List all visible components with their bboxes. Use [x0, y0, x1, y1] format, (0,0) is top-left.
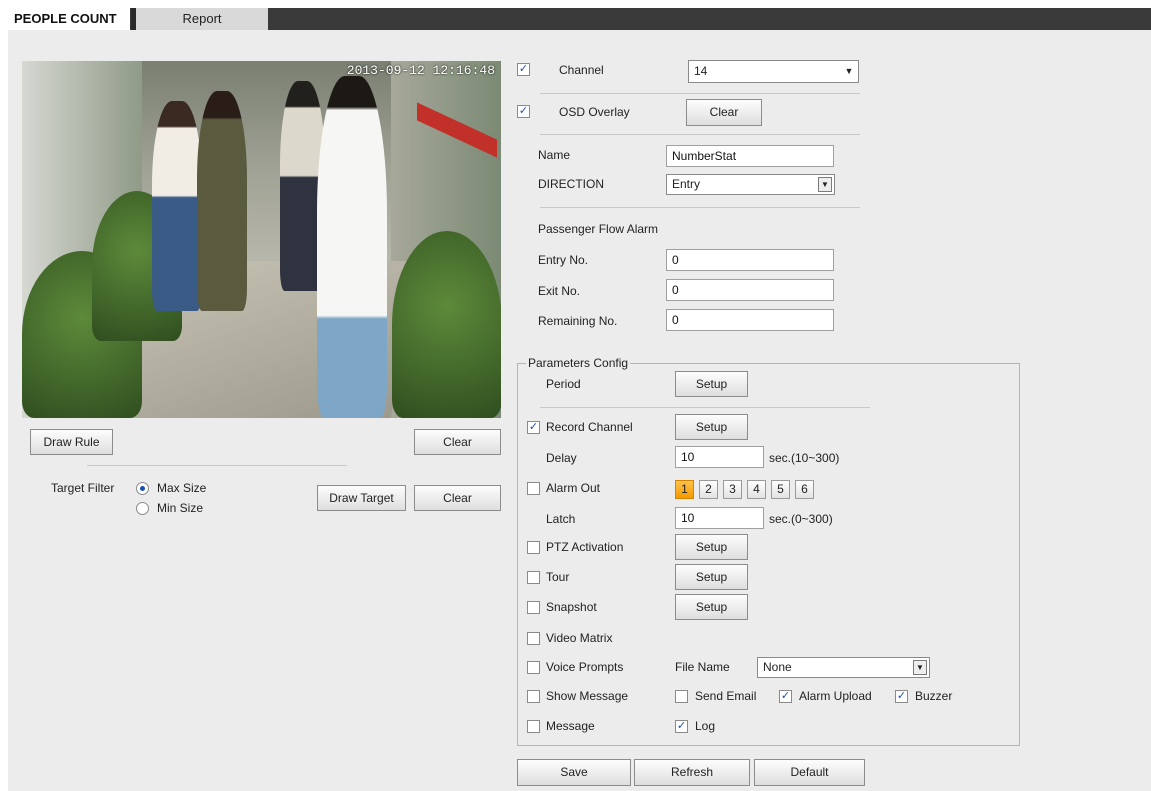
buzzer-label: Buzzer [915, 689, 953, 703]
ptz-activation-label: PTZ Activation [546, 540, 624, 554]
video-timestamp: 2013-09-12 12:16:48 [346, 63, 495, 78]
video-preview[interactable]: 2013-09-12 12:16:48 [22, 61, 501, 418]
file-name-label: File Name [675, 660, 730, 674]
video-person [317, 76, 387, 418]
osd-overlay-label: OSD Overlay [559, 105, 630, 119]
tab-report[interactable]: Report [136, 8, 268, 30]
log-checkbox[interactable]: ✓ [675, 720, 688, 733]
video-plant [392, 231, 501, 418]
passenger-flow-alarm-label: Passenger Flow Alarm [538, 222, 659, 236]
alarm-out-channel-5[interactable]: 5 [771, 480, 790, 499]
delay-label: Delay [546, 451, 577, 465]
min-size-label: Min Size [157, 501, 204, 515]
video-person [152, 101, 202, 311]
show-message-checkbox[interactable] [527, 690, 540, 703]
channel-label: Channel [559, 63, 604, 77]
alarm-upload-checkbox[interactable]: ✓ [779, 690, 792, 703]
snapshot-label: Snapshot [546, 600, 597, 614]
latch-input[interactable]: 10 [675, 507, 764, 529]
record-channel-setup-button[interactable]: Setup [675, 414, 748, 440]
channel-checkbox[interactable]: ✓ [517, 63, 530, 76]
parameters-config-legend: Parameters Config [526, 356, 631, 370]
direction-select[interactable]: Entry ▼ [666, 174, 835, 195]
latch-label: Latch [546, 512, 576, 526]
alarm-out-channel-2[interactable]: 2 [699, 480, 718, 499]
divider [540, 134, 860, 135]
exit-no-label: Exit No. [538, 284, 581, 298]
alarm-out-channel-1[interactable]: 1 [675, 480, 694, 499]
message-checkbox[interactable] [527, 720, 540, 733]
name-label: Name [538, 148, 571, 162]
alarm-upload-label: Alarm Upload [799, 689, 872, 703]
divider [540, 93, 860, 94]
entry-no-label: Entry No. [538, 253, 589, 267]
alarm-out-checkbox[interactable] [527, 482, 540, 495]
message-label: Message [546, 719, 595, 733]
divider [540, 407, 870, 408]
delay-unit: sec.(10~300) [769, 451, 840, 465]
video-person [197, 91, 247, 311]
alarm-out-label: Alarm Out [546, 481, 601, 495]
snapshot-checkbox[interactable] [527, 601, 540, 614]
log-label: Log [695, 719, 716, 733]
snapshot-setup-button[interactable]: Setup [675, 594, 748, 620]
record-channel-label: Record Channel [546, 420, 633, 434]
period-setup-button[interactable]: Setup [675, 371, 748, 397]
clear-rule-button[interactable]: Clear [414, 429, 501, 455]
max-size-label: Max Size [157, 481, 207, 495]
direction-value: Entry [672, 177, 701, 191]
send-email-label: Send Email [695, 689, 757, 703]
buzzer-checkbox[interactable]: ✓ [895, 690, 908, 703]
ptz-activation-checkbox[interactable] [527, 541, 540, 554]
alarm-out-channel-6[interactable]: 6 [795, 480, 814, 499]
video-matrix-checkbox[interactable] [527, 632, 540, 645]
tour-label: Tour [546, 570, 570, 584]
alarm-out-channel-3[interactable]: 3 [723, 480, 742, 499]
period-label: Period [546, 377, 581, 391]
record-channel-checkbox[interactable]: ✓ [527, 421, 540, 434]
file-name-value: None [763, 660, 792, 674]
target-filter-label: Target Filter [51, 481, 115, 495]
voice-prompts-label: Voice Prompts [546, 660, 624, 674]
default-button[interactable]: Default [754, 759, 865, 786]
divider [87, 465, 347, 466]
osd-clear-button[interactable]: Clear [686, 99, 762, 126]
chevron-down-icon: ▼ [818, 177, 832, 192]
osd-overlay-checkbox[interactable]: ✓ [517, 105, 530, 118]
channel-value: 14 [694, 64, 708, 78]
ptz-setup-button[interactable]: Setup [675, 534, 748, 560]
remaining-no-input[interactable]: 0 [666, 309, 834, 331]
divider [540, 207, 860, 208]
exit-no-input[interactable]: 0 [666, 279, 834, 301]
tab-people-count[interactable]: PEOPLE COUNT [8, 8, 130, 30]
remaining-no-label: Remaining No. [538, 314, 618, 328]
file-name-select[interactable]: None ▼ [757, 657, 930, 678]
save-button[interactable]: Save [517, 759, 631, 786]
chevron-down-icon: ▼ [913, 660, 927, 675]
draw-rule-button[interactable]: Draw Rule [30, 429, 113, 455]
alarm-out-channel-4[interactable]: 4 [747, 480, 766, 499]
delay-input[interactable]: 10 [675, 446, 764, 468]
tour-setup-button[interactable]: Setup [675, 564, 748, 590]
draw-target-button[interactable]: Draw Target [317, 485, 406, 511]
tour-checkbox[interactable] [527, 571, 540, 584]
chevron-down-icon: ▼ [844, 66, 854, 76]
show-message-label: Show Message [546, 689, 629, 703]
direction-label: DIRECTION [538, 177, 604, 191]
clear-target-button[interactable]: Clear [414, 485, 501, 511]
latch-unit: sec.(0~300) [769, 512, 833, 526]
voice-prompts-checkbox[interactable] [527, 661, 540, 674]
max-size-radio[interactable] [136, 482, 149, 495]
channel-select[interactable]: 14 ▼ [688, 60, 859, 83]
min-size-radio[interactable] [136, 502, 149, 515]
name-input[interactable]: NumberStat [666, 145, 834, 167]
send-email-checkbox[interactable] [675, 690, 688, 703]
video-matrix-label: Video Matrix [546, 631, 613, 645]
refresh-button[interactable]: Refresh [634, 759, 750, 786]
entry-no-input[interactable]: 0 [666, 249, 834, 271]
